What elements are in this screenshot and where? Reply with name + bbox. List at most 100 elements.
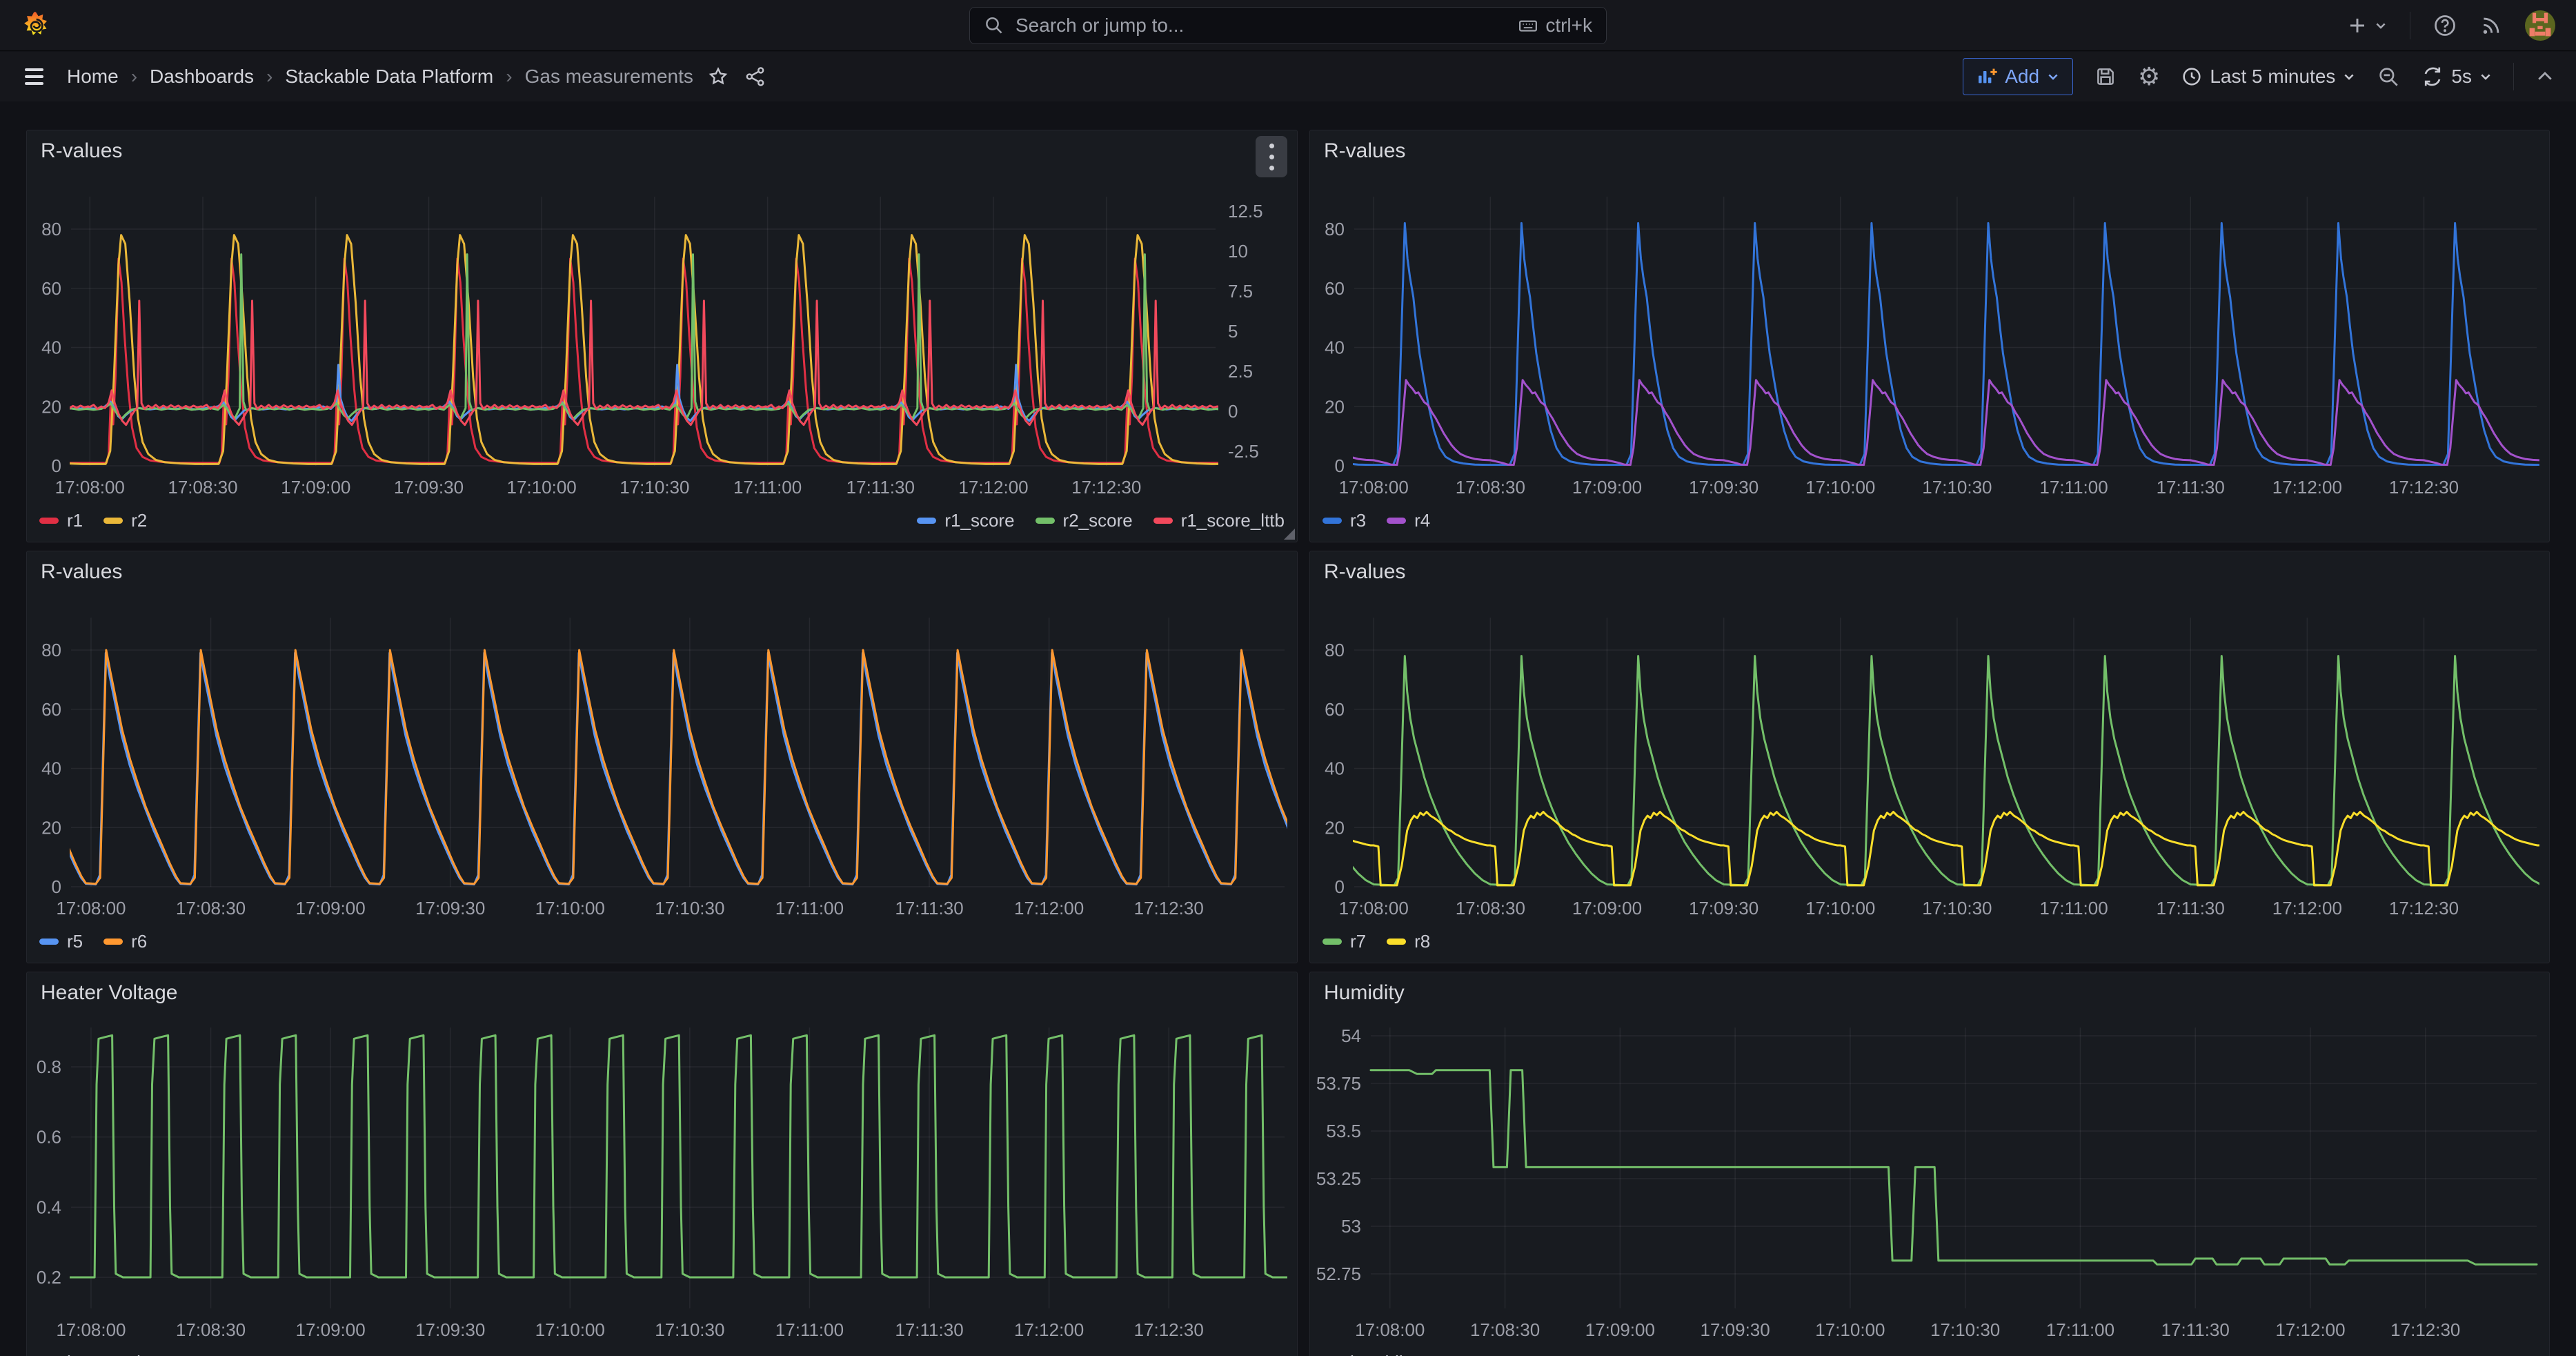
x-axis-tick-label: 17:12:30 (1071, 477, 1141, 498)
legend-item-r7[interactable]: r7 (1322, 931, 1366, 952)
divider (2513, 63, 2514, 90)
legend-item-r2[interactable]: r2 (103, 510, 147, 531)
refresh-picker[interactable]: 5s (2421, 65, 2493, 88)
time-series-chart[interactable]: 0.20.40.60.817:08:0017:08:3017:09:0017:0… (27, 1014, 1297, 1353)
panel-r-values-4[interactable]: R-values 02040608017:08:0017:08:3017:09:… (1309, 551, 2550, 963)
time-series-chart[interactable]: 02040608017:08:0017:08:3017:09:0017:09:3… (1310, 172, 2549, 511)
grid-lines (71, 618, 1285, 887)
legend-label: r6 (131, 931, 147, 952)
time-series-chart[interactable]: 02040608017:08:0017:08:3017:09:0017:09:3… (27, 593, 1297, 932)
x-axis-tick-label: 17:09:30 (1689, 477, 1758, 498)
search-input[interactable]: Search or jump to... ctrl+k (969, 7, 1607, 44)
legend-item-r5[interactable]: r5 (39, 931, 83, 952)
legend-swatch (39, 939, 59, 945)
x-axis-tick-label: 17:09:30 (394, 477, 464, 498)
panel-r-values-2[interactable]: R-values 02040608017:08:0017:08:3017:09:… (1309, 130, 2550, 542)
panel-menu-button[interactable] (1256, 136, 1287, 177)
breadcrumb-folder[interactable]: Stackable Data Platform (285, 66, 493, 88)
panel-r-values-1[interactable]: R-values 020406080-2.502.557.51012.517:0… (26, 130, 1298, 542)
x-axis-tick-label: 17:11:00 (775, 1319, 844, 1340)
legend-swatch (917, 518, 936, 524)
breadcrumb-home[interactable]: Home (67, 66, 119, 88)
breadcrumb-dashboards[interactable]: Dashboards (150, 66, 254, 88)
legend-item-humidity[interactable]: humidity (1322, 1352, 1417, 1356)
grafana-logo-icon[interactable] (21, 10, 51, 41)
new-menu-button[interactable] (2346, 14, 2388, 37)
legend-item-r1[interactable]: r1 (39, 510, 83, 531)
breadcrumb-separator: › (506, 66, 512, 88)
panel-humidity[interactable]: Humidity 52.755353.2553.553.755417:08:00… (1309, 972, 2550, 1356)
legend-item-heatervoltage[interactable]: heatervoltage (39, 1352, 176, 1356)
add-button[interactable]: Add (1963, 58, 2073, 95)
legend-label: r3 (1350, 510, 1366, 531)
x-axis-tick-label: 17:10:30 (1930, 1319, 2000, 1340)
rss-icon (2479, 14, 2503, 37)
legend-item-r6[interactable]: r6 (103, 931, 147, 952)
help-button[interactable] (2433, 13, 2457, 38)
y-axis-tick-label: 60 (1325, 699, 1345, 720)
legend-item-r3[interactable]: r3 (1322, 510, 1366, 531)
x-axis-tick-label: 17:11:00 (2039, 898, 2108, 918)
legend-item-r2_score[interactable]: r2_score (1036, 510, 1133, 531)
dashboard-settings-button[interactable]: ⚙ (2138, 64, 2160, 89)
toolbar-actions: Add ⚙ Last 5 minutes (1963, 58, 2555, 95)
legend-item-r1_score[interactable]: r1_score (917, 510, 1014, 531)
star-icon[interactable] (707, 66, 729, 88)
share-icon[interactable] (744, 66, 766, 88)
x-axis-tick-label: 17:11:00 (733, 477, 802, 498)
axis-labels: 020406080-2.502.557.51012.517:08:0017:08… (41, 201, 1263, 498)
right-y-axis-tick-label: 2.5 (1228, 361, 1253, 382)
panel-heater-voltage[interactable]: Heater Voltage 0.20.40.60.817:08:0017:08… (26, 972, 1298, 1356)
refresh-interval-label: 5s (2451, 66, 2472, 88)
breadcrumb-current: Gas measurements (525, 66, 693, 88)
grid-lines (1354, 618, 2537, 887)
time-series-chart[interactable]: 020406080-2.502.557.51012.517:08:0017:08… (27, 172, 1297, 511)
legend-item-r8[interactable]: r8 (1387, 931, 1430, 952)
grafana-dashboard: Search or jump to... ctrl+k (0, 0, 2576, 1356)
time-series-chart[interactable]: 52.755353.2553.553.755417:08:0017:08:301… (1310, 1014, 2549, 1353)
panel-title[interactable]: Humidity (1324, 981, 1405, 1005)
panel-r-values-3[interactable]: R-values 02040608017:08:0017:08:3017:09:… (26, 551, 1298, 963)
legend-item-r4[interactable]: r4 (1387, 510, 1430, 531)
x-axis-tick-label: 17:12:00 (2272, 898, 2342, 918)
panel-title[interactable]: R-values (41, 139, 122, 163)
x-axis-tick-label: 17:12:00 (958, 477, 1028, 498)
x-axis-tick-label: 17:08:00 (1355, 1319, 1425, 1340)
legend-item-r1_score_lttb[interactable]: r1_score_lttb (1153, 510, 1285, 531)
x-axis-tick-label: 17:10:30 (620, 477, 689, 498)
legend-label: r1_score (944, 510, 1014, 531)
legend-swatch (1387, 518, 1406, 524)
panel-title[interactable]: R-values (1324, 560, 1405, 584)
panel-title[interactable]: R-values (41, 560, 122, 584)
chevron-down-icon (2374, 19, 2388, 32)
series-line-r4 (1310, 380, 2549, 465)
zoom-out-button[interactable] (2377, 65, 2400, 88)
time-series-chart[interactable]: 02040608017:08:0017:08:3017:09:0017:09:3… (1310, 593, 2549, 932)
save-dashboard-button[interactable] (2094, 65, 2117, 88)
menu-icon (25, 68, 43, 71)
menu-toggle-button[interactable] (21, 64, 48, 89)
collapse-toolbar-button[interactable] (2535, 66, 2555, 87)
panel-resize-handle[interactable] (1284, 529, 1295, 540)
x-axis-tick-label: 17:08:00 (55, 477, 125, 498)
y-axis-tick-label: 0.6 (37, 1127, 61, 1148)
zoom-out-icon (2377, 65, 2400, 88)
panel-title[interactable]: R-values (1324, 139, 1405, 163)
legend-label: heatervoltage (67, 1352, 176, 1356)
axis-labels: 02040608017:08:0017:08:3017:09:0017:09:3… (41, 640, 1204, 918)
y-axis-tick-label: 0 (1335, 455, 1345, 476)
y-axis-tick-label: 53.25 (1316, 1168, 1361, 1189)
panel-title[interactable]: Heater Voltage (41, 981, 177, 1005)
x-axis-tick-label: 17:08:30 (168, 477, 237, 498)
user-avatar[interactable] (2525, 10, 2555, 41)
y-axis-tick-label: 0.4 (37, 1197, 61, 1217)
news-button[interactable] (2479, 14, 2503, 37)
legend-label: r7 (1350, 931, 1366, 952)
time-range-picker[interactable]: Last 5 minutes (2181, 66, 2356, 88)
search-placeholder: Search or jump to... (1015, 14, 1184, 37)
y-axis-tick-label: 60 (41, 278, 61, 299)
y-axis-tick-label: 0.2 (37, 1267, 61, 1288)
breadcrumb: Home › Dashboards › Stackable Data Platf… (67, 66, 693, 88)
x-axis-tick-label: 17:08:30 (1470, 1319, 1540, 1340)
x-axis-tick-label: 17:11:30 (846, 477, 915, 498)
